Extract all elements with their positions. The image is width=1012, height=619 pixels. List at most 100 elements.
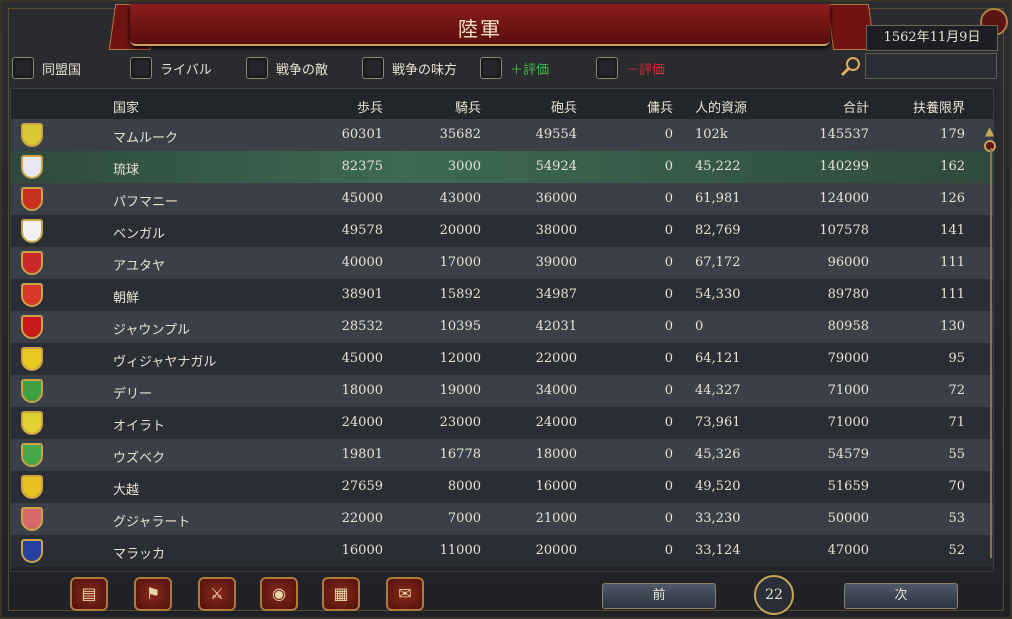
- filter-war-allies[interactable]: 戦争の味方: [362, 55, 457, 81]
- coins-icon[interactable]: ◉: [260, 577, 298, 611]
- checkbox[interactable]: [480, 57, 502, 79]
- country-shield-icon[interactable]: [21, 251, 43, 275]
- country-shield-icon[interactable]: [21, 411, 43, 435]
- infantry-value: 38901: [341, 287, 383, 302]
- country-shield-icon[interactable]: [21, 379, 43, 403]
- country-shield-icon[interactable]: [21, 347, 43, 371]
- country-shield-icon[interactable]: [21, 539, 43, 563]
- cavalry-value: 35682: [439, 127, 481, 142]
- scrollbar[interactable]: ▲: [984, 122, 998, 570]
- filter-positive-opinion[interactable]: ＋評価: [480, 55, 549, 81]
- country-name[interactable]: マムルーク: [113, 127, 178, 146]
- search-icon[interactable]: [840, 56, 862, 78]
- col-infantry[interactable]: 歩兵: [333, 97, 383, 116]
- table-row[interactable]: ヴィジャヤナガル 45000 12000 22000 0 64,121 79000 95: [11, 343, 993, 375]
- table-row[interactable]: ジャウンプル 28532 10395 42031 0 0 80958 130: [11, 311, 993, 343]
- table-row[interactable]: オイラト 24000 23000 24000 0 73,961 71000 71: [11, 407, 993, 439]
- mercenary-value: 0: [664, 351, 673, 366]
- swords-icon[interactable]: ⚔: [198, 577, 236, 611]
- cavalry-value: 15892: [439, 287, 481, 302]
- mercenary-value: 0: [664, 159, 673, 174]
- col-force-limit[interactable]: 扶養限界: [901, 97, 965, 116]
- table-row[interactable]: マラッカ 16000 11000 20000 0 33,124 47000 52: [11, 535, 993, 567]
- col-artillery[interactable]: 砲兵: [527, 97, 577, 116]
- table-row[interactable]: 大越 27659 8000 16000 0 49,520 51659 70: [11, 471, 993, 503]
- col-cavalry[interactable]: 騎兵: [431, 97, 481, 116]
- country-name[interactable]: 大越: [113, 479, 139, 498]
- manpower-value: 73,961: [695, 415, 741, 430]
- country-name[interactable]: ヴィジャヤナガル: [113, 351, 216, 370]
- country-shield-icon[interactable]: [21, 283, 43, 307]
- country-shield-icon[interactable]: [21, 123, 43, 147]
- force-limit-value: 52: [948, 543, 965, 558]
- table-row[interactable]: マムルーク 60301 35682 49554 0 102k 145537 179: [11, 119, 993, 151]
- manpower-value: 0: [695, 319, 704, 334]
- next-button[interactable]: 次: [844, 583, 958, 609]
- checkbox[interactable]: [362, 57, 384, 79]
- scroll-up-icon[interactable]: ▲: [985, 124, 994, 138]
- country-name[interactable]: ウズベク: [113, 447, 165, 466]
- checkbox[interactable]: [12, 57, 34, 79]
- total-value: 50000: [827, 511, 869, 526]
- checkbox[interactable]: [596, 57, 618, 79]
- diplomacy-icon[interactable]: ✉: [386, 577, 424, 611]
- table-row[interactable]: グジャラート 22000 7000 21000 0 33,230 50000 53: [11, 503, 993, 535]
- manpower-value: 61,981: [695, 191, 741, 206]
- country-name[interactable]: 朝鮮: [113, 287, 139, 306]
- scroll-track[interactable]: [990, 148, 992, 558]
- country-name[interactable]: オイラト: [113, 415, 165, 434]
- mercenary-value: 0: [664, 287, 673, 302]
- trade-icon[interactable]: ▦: [322, 577, 360, 611]
- checkbox[interactable]: [130, 57, 152, 79]
- filter-label: 戦争の味方: [392, 62, 458, 78]
- search-input[interactable]: [865, 53, 997, 79]
- table-row[interactable]: 琉球 82375 3000 54924 0 45,222 140299 162: [11, 151, 993, 183]
- total-value: 79000: [827, 351, 869, 366]
- country-name[interactable]: アユタヤ: [113, 255, 165, 274]
- artillery-value: 22000: [535, 351, 577, 366]
- country-shield-icon[interactable]: [21, 475, 43, 499]
- country-name[interactable]: ベンガル: [113, 223, 165, 242]
- filter-rivals[interactable]: ライバル: [130, 55, 212, 81]
- filter-allies[interactable]: 同盟国: [12, 55, 81, 81]
- table-row[interactable]: パフマニー 45000 43000 36000 0 61,981 124000 126: [11, 183, 993, 215]
- cavalry-value: 19000: [439, 383, 481, 398]
- col-total[interactable]: 合計: [811, 97, 869, 116]
- country-shield-icon[interactable]: [21, 443, 43, 467]
- infantry-value: 49578: [341, 223, 383, 238]
- artillery-value: 34987: [535, 287, 577, 302]
- country-shield-icon[interactable]: [21, 187, 43, 211]
- ledger-icon[interactable]: ▤: [70, 577, 108, 611]
- flag-icon[interactable]: ⚑: [134, 577, 172, 611]
- col-mercenaries[interactable]: 傭兵: [623, 97, 673, 116]
- country-shield-icon[interactable]: [21, 507, 43, 531]
- country-name[interactable]: ジャウンプル: [113, 319, 190, 338]
- table-row[interactable]: 朝鮮 38901 15892 34987 0 54,330 89780 111: [11, 279, 993, 311]
- country-name[interactable]: パフマニー: [113, 191, 178, 210]
- table-row[interactable]: ベンガル 49578 20000 38000 0 82,769 107578 141: [11, 215, 993, 247]
- country-name[interactable]: デリー: [113, 383, 152, 402]
- country-name[interactable]: グジャラート: [113, 511, 190, 530]
- total-value: 71000: [827, 383, 869, 398]
- country-shield-icon[interactable]: [21, 155, 43, 179]
- force-limit-value: 70: [948, 479, 965, 494]
- table-row[interactable]: デリー 18000 19000 34000 0 44,327 71000 72: [11, 375, 993, 407]
- country-name[interactable]: 琉球: [113, 159, 139, 178]
- country-shield-icon[interactable]: [21, 315, 43, 339]
- country-name[interactable]: マラッカ: [113, 543, 165, 562]
- country-shield-icon[interactable]: [21, 219, 43, 243]
- infantry-value: 28532: [341, 319, 383, 334]
- filter-war-enemies[interactable]: 戦争の敵: [246, 55, 328, 81]
- table-row[interactable]: アユタヤ 40000 17000 39000 0 67,172 96000 111: [11, 247, 993, 279]
- col-manpower[interactable]: 人的資源: [695, 97, 747, 116]
- artillery-value: 39000: [535, 255, 577, 270]
- col-country[interactable]: 国家: [113, 97, 139, 116]
- prev-button[interactable]: 前: [602, 583, 716, 609]
- manpower-value: 44,327: [695, 383, 741, 398]
- cavalry-value: 11000: [439, 543, 481, 558]
- manpower-value: 64,121: [695, 351, 741, 366]
- total-value: 51659: [827, 479, 869, 494]
- table-row[interactable]: ウズベク 19801 16778 18000 0 45,326 54579 55: [11, 439, 993, 471]
- filter-negative-opinion[interactable]: －評価: [596, 55, 665, 81]
- checkbox[interactable]: [246, 57, 268, 79]
